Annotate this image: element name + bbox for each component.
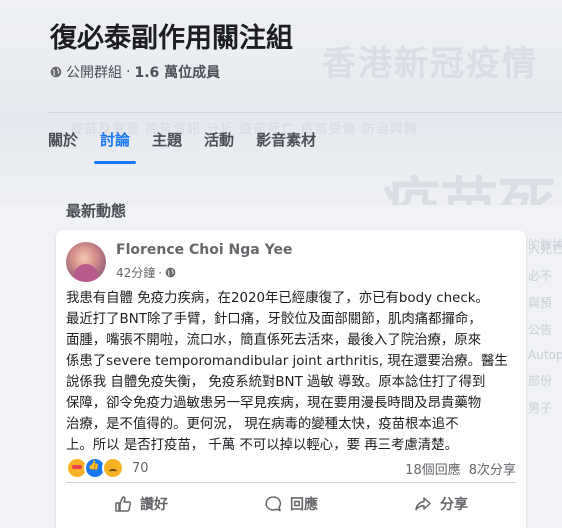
right-column-background: 入死亡 必不 與預 公告 Autopsy 部份 男子 xyxy=(526,230,562,528)
post-body: 我患有自體 免疫力疾病，在2020年已經康復了，亦已有body check。 最… xyxy=(66,291,508,453)
post-card: Florence Choi Nga Yee 42分鐘 · 我患有自體 免疫力疾病… xyxy=(56,230,526,528)
stats-right: 18個回應 8次分享 xyxy=(405,459,516,478)
right-snippet: 部份 xyxy=(528,374,553,388)
reaction-count: 70 xyxy=(132,460,149,476)
tab-discussion[interactable]: 討論 xyxy=(94,119,137,164)
tab-media[interactable]: 影音素材 xyxy=(256,119,316,160)
tab-about[interactable]: 關於 xyxy=(48,119,78,160)
comment-label: 回應 xyxy=(290,497,318,513)
tab-topics[interactable]: 主題 xyxy=(152,119,182,160)
group-meta: 公開群組 · 1.6 萬位成員 xyxy=(50,62,562,82)
right-snippet: 公告 xyxy=(528,323,553,337)
comment-count[interactable]: 18個回應 xyxy=(405,459,461,478)
right-snippet: 男子 xyxy=(528,401,553,415)
reaction-summary[interactable]: 70 xyxy=(66,457,149,479)
sad-reaction-icon xyxy=(102,457,124,479)
like-label: 讚好 xyxy=(140,497,168,513)
member-count[interactable]: 1.6 萬位成員 xyxy=(134,62,220,82)
public-globe-icon xyxy=(165,267,176,278)
thumbs-up-icon xyxy=(115,496,132,512)
right-snippet: Autopsy xyxy=(528,348,562,362)
like-button[interactable]: 讚好 xyxy=(66,490,216,518)
post-timestamp[interactable]: 42分鐘 xyxy=(116,264,155,281)
post-meta: 42分鐘 · xyxy=(116,264,176,281)
share-count[interactable]: 8次分享 xyxy=(469,459,516,478)
globe-icon xyxy=(50,66,62,78)
comment-icon xyxy=(265,496,282,512)
meta-separator: · xyxy=(126,64,131,80)
group-privacy: 公開群組 xyxy=(66,65,122,81)
share-icon xyxy=(415,497,431,511)
meta-dot: · xyxy=(158,265,163,280)
comment-button[interactable]: 回應 xyxy=(216,490,366,518)
right-snippet: 入死亡 xyxy=(528,242,562,256)
post-actions: 讚好 回應 分享 xyxy=(66,490,516,518)
section-title: 最新動態 xyxy=(66,202,127,220)
share-button[interactable]: 分享 xyxy=(366,490,516,518)
divider xyxy=(66,482,516,483)
group-title: 復必泰副作用關注組 xyxy=(50,23,293,54)
post-stats: 70 18個回應 8次分享 xyxy=(66,457,516,479)
share-label: 分享 xyxy=(440,497,468,513)
right-snippet: 必不 xyxy=(528,269,553,283)
author-avatar[interactable] xyxy=(66,242,106,282)
group-header: 復必泰副作用關注組 公開群組 · 1.6 萬位成員 xyxy=(50,20,562,82)
group-tab-bar: 關於 討論 主題 活動 影音素材 xyxy=(48,112,562,165)
tab-events[interactable]: 活動 xyxy=(204,119,234,160)
cover-watermark-big: 疫苗死 xyxy=(382,171,557,205)
post-author[interactable]: Florence Choi Nga Yee xyxy=(116,242,292,258)
right-snippet: 與預 xyxy=(528,296,553,310)
